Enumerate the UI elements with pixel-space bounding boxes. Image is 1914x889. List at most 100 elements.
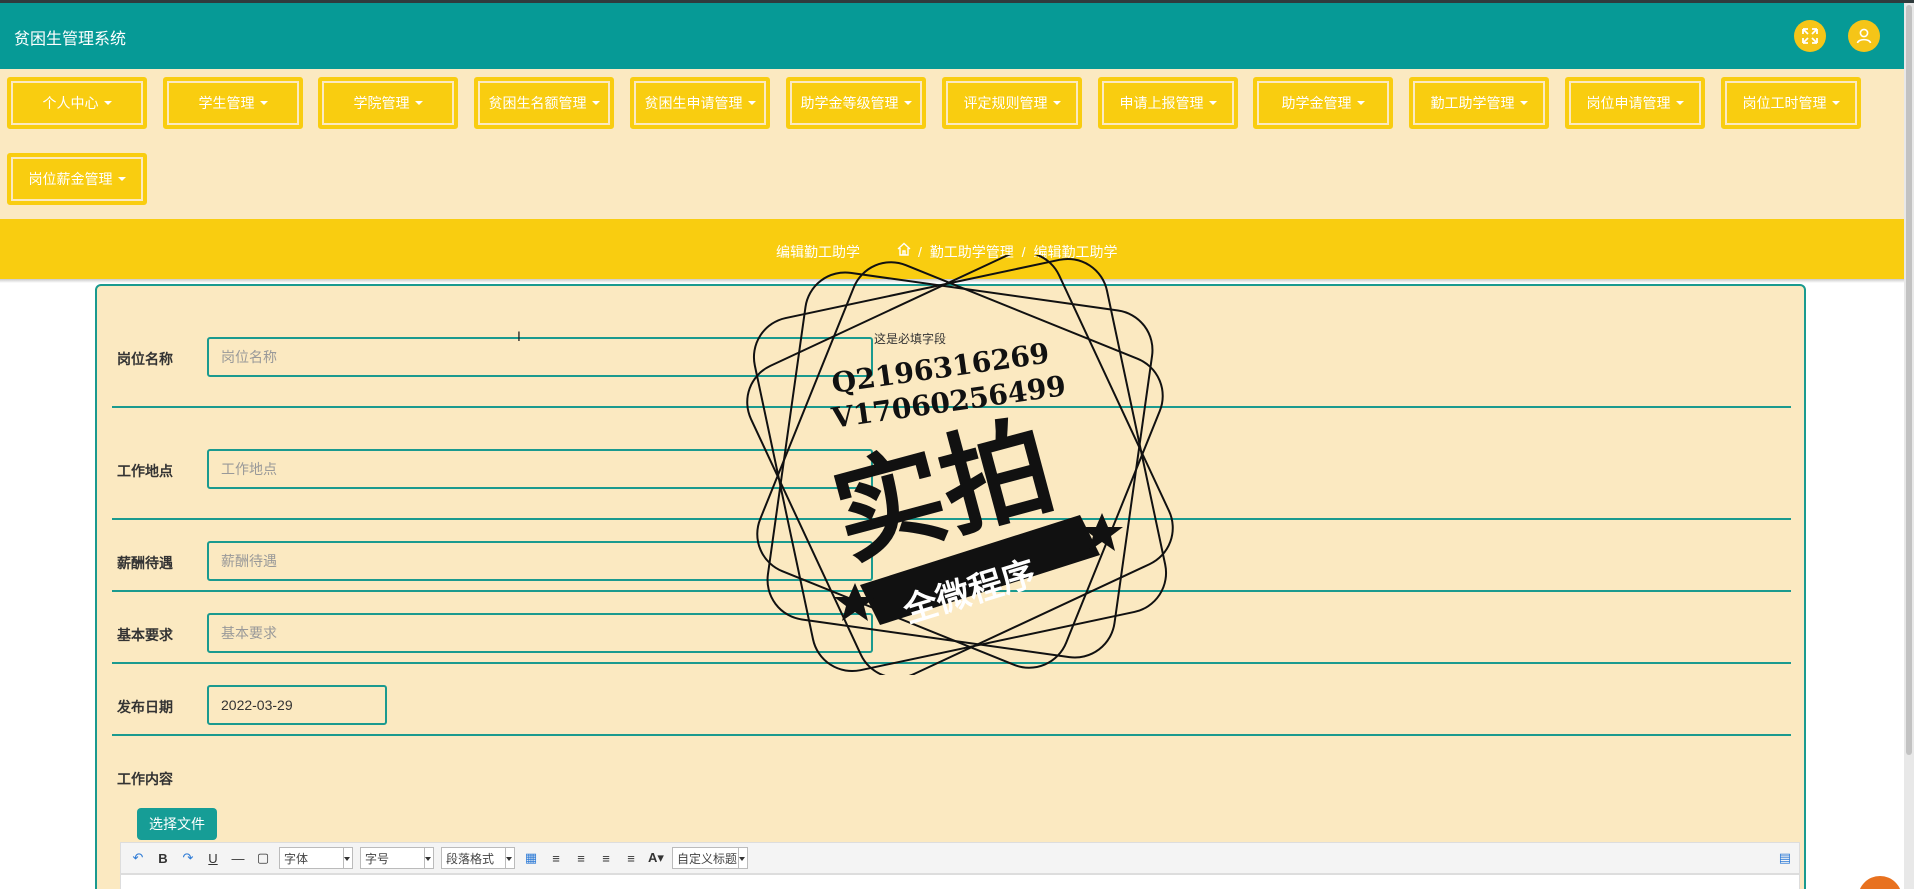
nav-label: 学院管理 <box>353 95 410 111</box>
app-header: 贫困生管理系统 <box>0 3 1904 69</box>
nav-item-application[interactable]: 贫困生申请管理 <box>630 77 770 129</box>
paragraph-format-value: 段落格式 <box>446 851 495 866</box>
fullscreen-button[interactable] <box>1794 20 1826 52</box>
nav-item-student[interactable]: 学生管理 <box>163 77 303 129</box>
publish-date-input[interactable] <box>207 685 387 725</box>
breadcrumb-separator: / <box>1021 244 1026 260</box>
nav-label: 岗位薪金管理 <box>28 171 113 187</box>
nav-item-college[interactable]: 学院管理 <box>318 77 458 129</box>
font-family-select[interactable]: 字体 <box>279 847 353 869</box>
main-nav: 个人中心 学生管理 学院管理 贫困生名额管理 贫困生申请管理 助学金等级管理 评… <box>0 69 1904 219</box>
caret-down-icon <box>1208 101 1217 105</box>
font-size-select[interactable]: 字号 <box>360 847 434 869</box>
user-button[interactable] <box>1848 20 1880 52</box>
nav-label: 岗位工时管理 <box>1742 95 1827 111</box>
nav-item-post-hours[interactable]: 岗位工时管理 <box>1721 77 1861 129</box>
nav-item-grant-level[interactable]: 助学金等级管理 <box>786 77 926 129</box>
editor-toolbar: ↶ B ↷ U — ▢ 字体 字号 段落格式 ▦ ≡ ≡ ≡ ≡ A▾ 自定义标… <box>120 842 1800 874</box>
align-left-icon[interactable]: ≡ <box>547 851 565 866</box>
breadcrumb-item-work-study[interactable]: 勤工助学管理 <box>930 244 1014 260</box>
edit-form: 岗位名称 这是必填字段 工作地点 薪酬待遇 基本要求 发布日期 工作内容 选择文… <box>95 284 1806 889</box>
location-input[interactable] <box>207 449 873 489</box>
nav-item-report[interactable]: 申请上报管理 <box>1098 77 1238 129</box>
salary-input[interactable] <box>207 541 873 581</box>
nav-label: 勤工助学管理 <box>1430 95 1515 111</box>
caret-down-icon <box>591 101 600 105</box>
nav-item-post-salary[interactable]: 岗位薪金管理 <box>7 153 147 205</box>
row-divider <box>112 518 1791 520</box>
nav-item-personal-center[interactable]: 个人中心 <box>7 77 147 129</box>
nav-label: 岗位申请管理 <box>1586 95 1671 111</box>
nav-label: 助学金管理 <box>1281 95 1352 111</box>
caret-down-icon <box>414 101 423 105</box>
breadcrumb-item-edit: 编辑勤工助学 <box>1033 244 1118 260</box>
custom-title-value: 自定义标题 <box>677 851 738 866</box>
font-color-icon[interactable]: A▾ <box>647 850 665 866</box>
page-scrollbar[interactable] <box>1904 3 1914 889</box>
back-to-top-button[interactable] <box>1858 876 1902 889</box>
rich-text-editor[interactable] <box>120 874 1800 889</box>
divider <box>0 279 1904 283</box>
breadcrumb-bar: 编辑勤工助学 / 勤工助学管理 / 编辑勤工助学 <box>0 219 1904 279</box>
row-divider <box>112 590 1791 592</box>
nav-label: 学生管理 <box>198 95 255 111</box>
app-title: 贫困生管理系统 <box>14 31 127 48</box>
row-divider <box>112 662 1791 664</box>
table-icon[interactable]: ▦ <box>522 850 540 866</box>
requirements-input[interactable] <box>207 613 873 653</box>
caret-down-icon <box>1675 101 1684 105</box>
home-icon[interactable] <box>896 241 912 257</box>
caret-down-icon <box>903 101 912 105</box>
field-label-salary: 薪酬待遇 <box>117 555 173 571</box>
caret-down-icon <box>103 101 112 105</box>
align-center-icon[interactable]: ≡ <box>597 851 615 866</box>
breadcrumb: / 勤工助学管理 / 编辑勤工助学 <box>916 242 1119 262</box>
text-cursor-icon: I <box>517 328 521 344</box>
caret-down-icon <box>747 101 756 105</box>
nav-label: 个人中心 <box>42 95 99 111</box>
caret-down-icon <box>1356 101 1365 105</box>
nav-item-post-application[interactable]: 岗位申请管理 <box>1565 77 1705 129</box>
underline-icon[interactable]: U <box>204 851 222 866</box>
nav-label: 贫困生申请管理 <box>644 95 743 111</box>
page-title: 编辑勤工助学 <box>776 244 860 260</box>
align-justify-icon[interactable]: ≡ <box>622 851 640 866</box>
font-family-value: 字体 <box>284 851 309 866</box>
caret-down-icon <box>259 101 268 105</box>
scrollbar-thumb[interactable] <box>1906 5 1912 755</box>
source-code-icon[interactable]: ▤ <box>1779 850 1791 866</box>
page-icon[interactable]: ▢ <box>254 850 272 866</box>
nav-item-grant[interactable]: 助学金管理 <box>1253 77 1393 129</box>
undo-icon[interactable]: ↶ <box>129 850 147 866</box>
nav-label: 评定规则管理 <box>963 95 1048 111</box>
nav-label: 申请上报管理 <box>1119 95 1204 111</box>
row-divider <box>112 406 1791 408</box>
align-right-icon[interactable]: ≡ <box>572 851 590 866</box>
caret-down-icon <box>1052 101 1061 105</box>
custom-title-select[interactable]: 自定义标题 <box>672 847 748 869</box>
caret-down-icon <box>1831 101 1840 105</box>
fullscreen-icon <box>1802 28 1818 44</box>
field-label-requirements: 基本要求 <box>117 627 173 643</box>
field-label-location: 工作地点 <box>117 463 173 479</box>
caret-down-icon <box>1519 101 1528 105</box>
breadcrumb-separator: / <box>918 244 922 260</box>
paragraph-format-select[interactable]: 段落格式 <box>441 847 515 869</box>
nav-label: 贫困生名额管理 <box>488 95 587 111</box>
nav-label: 助学金等级管理 <box>800 95 899 111</box>
font-size-value: 字号 <box>365 851 390 866</box>
horizontal-rule-icon[interactable]: — <box>229 851 247 866</box>
user-icon <box>1856 28 1872 44</box>
nav-item-work-study[interactable]: 勤工助学管理 <box>1409 77 1549 129</box>
nav-item-rules[interactable]: 评定规则管理 <box>942 77 1082 129</box>
choose-file-button[interactable]: 选择文件 <box>137 808 217 840</box>
bold-icon[interactable]: B <box>154 851 172 866</box>
caret-down-icon <box>117 177 126 181</box>
field-label-post-name: 岗位名称 <box>117 351 173 367</box>
post-name-input[interactable] <box>207 337 873 377</box>
field-label-publish-date: 发布日期 <box>117 699 173 715</box>
nav-item-quota[interactable]: 贫困生名额管理 <box>474 77 614 129</box>
redo-icon[interactable]: ↷ <box>179 850 197 866</box>
required-hint: 这是必填字段 <box>874 332 947 346</box>
row-divider <box>112 734 1791 736</box>
